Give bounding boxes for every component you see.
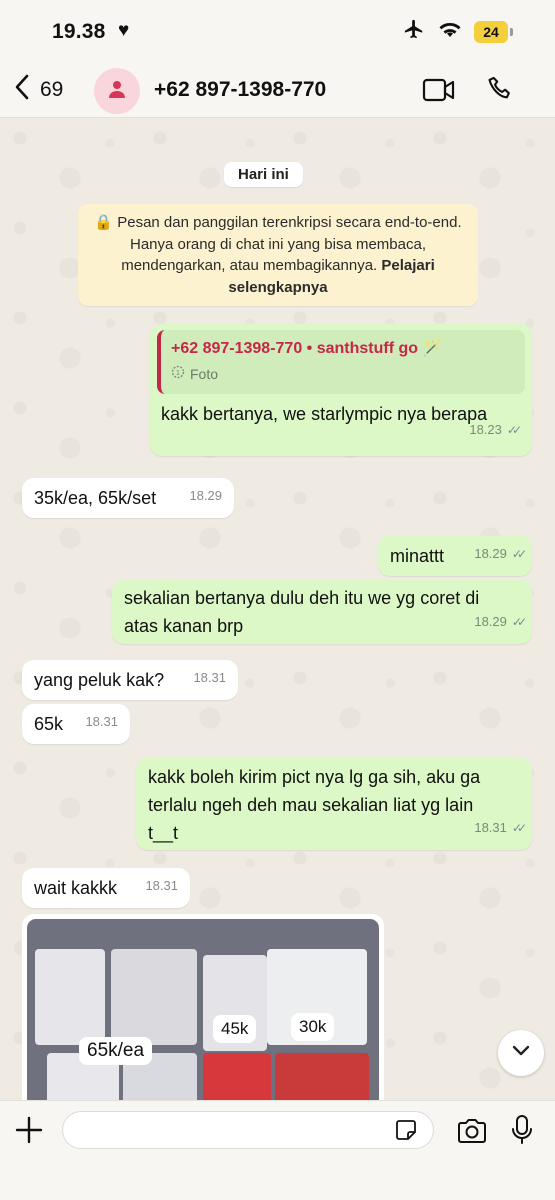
message-text: sekalian bertanya dulu deh itu we yg cor… [124,588,480,636]
double-check-icon: ✓✓ [511,821,527,835]
double-check-icon: ✓✓ [511,615,527,629]
message-input[interactable] [62,1111,434,1149]
chevron-left-icon [14,74,30,105]
message-text: kakk bertanya, we starlympic nya berapa [161,404,488,424]
message-meta: 18.31 ✓✓ [474,814,527,842]
message-outgoing[interactable]: minattt 18.29 ✓✓ [378,536,532,576]
photocard [111,949,197,1045]
camera-icon[interactable] [456,1117,488,1150]
message-time: 18.23 [469,422,502,437]
heart-icon: ♥ [118,20,130,41]
quote-type: 1 Foto [171,364,515,384]
status-icons: 24 [402,18,513,45]
view-once-icon: 1 [171,364,185,384]
photocard [275,1053,369,1100]
message-outgoing[interactable]: sekalian bertanya dulu deh itu we yg cor… [112,580,532,644]
microphone-icon[interactable] [510,1114,534,1151]
sticker-icon[interactable] [394,1118,418,1147]
message-meta: 18.29 ✓✓ [474,540,527,568]
input-bar [0,1100,555,1200]
message-time: 18.31 [145,878,178,893]
photocard [203,1053,271,1100]
price-label: 65k/ea [79,1037,153,1065]
chevron-down-icon [512,1044,530,1062]
photo-thumbnail[interactable]: 65k/ea 45k 30k [27,919,379,1100]
message-incoming[interactable]: 65k 18.31 [22,704,130,744]
message-time: 18.31 [193,670,226,685]
message-time: 18.29 [474,546,507,561]
message-time: 18.31 [85,714,118,729]
unread-count: 69 [40,77,64,101]
chat-area[interactable]: Hari ini 🔒 Pesan dan panggilan terenkrip… [0,118,555,1100]
message-text: 35k/ea, 65k/set [34,488,157,508]
price-label: 30k [291,1013,335,1041]
double-check-icon: ✓✓ [506,423,522,437]
quote-type-label: Foto [190,366,219,382]
photocard [35,949,105,1045]
airplane-icon [402,18,426,45]
message-meta: 18.29 ✓✓ [474,608,527,636]
svg-text:1: 1 [176,370,180,377]
contact-name[interactable]: +62 897-1398-770 [154,78,326,102]
message-outgoing[interactable]: kakk boleh kirim pict nya lg ga sih, aku… [136,758,532,850]
photo-message[interactable]: 65k/ea 45k 30k [22,914,384,1100]
message-meta: 18.23 ✓✓ [469,416,522,444]
message-text: minattt [390,546,445,566]
lock-icon: 🔒 [94,214,114,231]
message-text: 65k [34,714,64,734]
message-time: 18.29 [189,488,222,503]
reply-message[interactable]: +62 897-1398-770 • santhstuff go 🪄 1 Fot… [150,324,532,456]
encryption-notice[interactable]: 🔒 Pesan dan panggilan terenkripsi secara… [78,204,478,306]
wifi-icon [438,19,462,44]
back-button[interactable]: 69 [14,74,63,105]
person-icon [107,79,127,104]
message-time: 18.29 [474,614,507,629]
message-incoming[interactable]: yang peluk kak? 18.31 [22,660,238,700]
status-time: 19.38 [52,20,106,43]
message-text: yang peluk kak? [34,670,165,690]
battery-tip [510,27,513,36]
video-call-icon[interactable] [422,77,456,108]
quoted-message[interactable]: +62 897-1398-770 • santhstuff go 🪄 1 Fot… [157,330,525,394]
message-text: wait kakkk [34,878,118,898]
status-bar: 19.38 ♥ 24 [0,0,555,62]
message-incoming[interactable]: wait kakkk 18.31 [22,868,190,908]
message-text: kakk boleh kirim pict nya lg ga sih, aku… [148,767,481,843]
date-chip: Hari ini [224,162,303,187]
battery-indicator: 24 [474,20,508,43]
plus-icon[interactable] [14,1115,44,1150]
quote-sender: +62 897-1398-770 • santhstuff go 🪄 [171,340,443,357]
message-incoming[interactable]: 35k/ea, 65k/set 18.29 [22,478,234,518]
message-time: 18.31 [474,820,507,835]
chat-header: 69 +62 897-1398-770 [0,62,555,118]
price-label: 45k [213,1015,257,1043]
double-check-icon: ✓✓ [511,547,527,561]
avatar[interactable] [94,68,140,114]
phone-icon[interactable] [486,75,514,108]
scroll-down-button[interactable] [498,1030,544,1076]
